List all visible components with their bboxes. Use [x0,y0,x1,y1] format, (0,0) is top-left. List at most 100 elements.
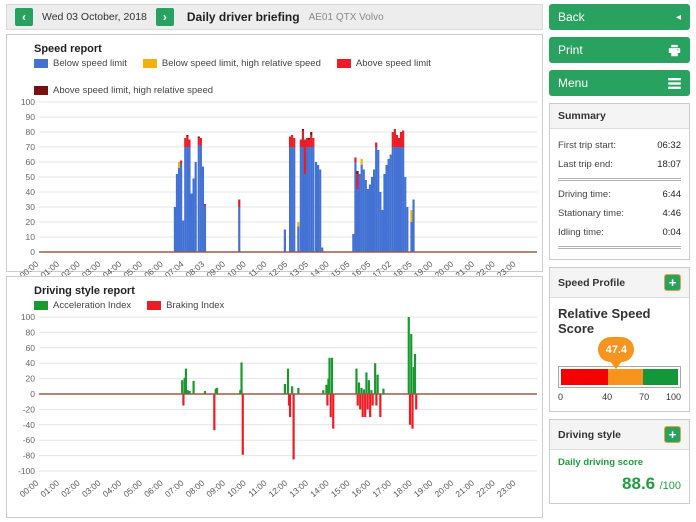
driving-style-report-card: Driving style report Acceleration IndexB… [6,276,543,518]
bar-segment-blue [394,147,396,252]
back-icon: ◂ [676,12,681,23]
expand-speed-profile-button[interactable]: + [664,274,681,291]
bar-segment-blue [188,147,190,252]
svg-text:23:00: 23:00 [495,478,518,500]
legend-swatch [34,59,48,68]
speed-profile-title: Speed Profile [558,277,625,289]
bar-segment-blue [373,170,375,253]
summary-durations: Driving time:6:44Stationary time:4:46Idl… [558,185,681,242]
print-button[interactable]: Print [549,37,690,63]
bar-segment-darkred [356,171,358,174]
relative-speed-score-title: Relative Speed Score [558,306,681,336]
bar-segment-yellow [297,222,299,227]
next-day-button[interactable]: › [156,8,174,26]
svg-text:00:00: 00:00 [18,478,41,500]
legend-label: Braking Index [166,300,224,311]
acceleration-bar [360,388,362,394]
bar-segment-blue [379,192,381,252]
summary-row-value: 06:32 [657,140,681,151]
svg-text:05:00: 05:00 [121,478,144,500]
svg-text:90: 90 [26,112,36,122]
bar-segment-blue [392,147,394,252]
gauge-bar [558,366,681,388]
driving-style-chart: -100-80-60-40-2002040608010000:0001:0002… [7,311,542,507]
braking-bar [362,394,364,417]
speed-profile-panel: Speed Profile + Relative Speed Score 47.… [549,267,690,412]
driving-style-report-title: Driving style report [7,277,542,300]
bar-segment-blue [300,147,302,252]
bar-segment-red [186,137,188,148]
bar-segment-darkred [308,138,310,140]
bar-segment-red [302,131,304,148]
vehicle-name: AE01 QTX Volvo [309,12,384,23]
legend-swatch [337,59,351,68]
summary-row: First trip start:06:32 [558,136,681,155]
bar-segment-red [289,137,291,148]
summary-row: Last trip end:18:07 [558,155,681,174]
driving-style-title: Driving style [558,429,621,441]
bar-segment-blue [312,147,314,252]
menu-button-label: Menu [558,76,588,90]
bar-segment-blue [371,177,373,252]
summary-row-value: 18:07 [657,159,681,170]
acceleration-bar [365,372,367,394]
svg-text:60: 60 [26,157,36,167]
bar-segment-blue [195,162,197,252]
legend-label: Below speed limit, high relative speed [162,58,321,69]
bar-segment-blue [410,222,412,252]
braking-bar [332,394,334,429]
bar-segment-blue [375,147,377,252]
svg-text:100: 100 [21,312,35,322]
bar-segment-blue [174,207,176,252]
bar-segment-red [184,138,186,147]
svg-text:04:00: 04:00 [101,478,124,500]
svg-text:01:00: 01:00 [38,478,61,500]
braking-bar [213,394,215,430]
relative-speed-score-gauge: 47.4 04070100 [558,366,681,403]
gauge-zone [561,369,608,385]
braking-bar [411,394,413,429]
svg-text:50: 50 [26,172,36,182]
chart-bars [181,317,417,459]
summary-row: Idling time:0:04 [558,223,681,242]
bar-segment-blue [383,174,385,252]
bar-segment-red [304,140,306,175]
expand-driving-style-button[interactable]: + [664,426,681,443]
bar-segment-red [293,138,295,147]
svg-text:-80: -80 [23,451,36,461]
summary-row-label: Idling time: [558,227,604,238]
legend-swatch [143,59,157,68]
bar-segment-red [310,135,312,147]
braking-bar [379,394,381,417]
svg-text:03:00: 03:00 [80,478,103,500]
gauge-tick-labels: 04070100 [558,391,681,403]
back-button[interactable]: Back ◂ [549,4,690,30]
bar-segment-red [308,140,310,148]
acceleration-bar [216,388,218,394]
bar-segment-red [354,158,356,163]
bar-segment-blue [198,146,200,253]
bar-segment-blue [356,189,358,252]
bar-segment-blue [186,147,188,252]
score-denominator: /100 [660,480,681,492]
gauge-tick-label: 40 [602,392,612,402]
svg-text:06:00: 06:00 [142,478,165,500]
legend-swatch [147,301,161,310]
svg-text:12:00: 12:00 [267,478,290,500]
bar-segment-blue [184,147,186,252]
acceleration-bar [410,334,412,394]
acceleration-bar [355,369,357,394]
bar-segment-red [356,174,358,189]
previous-day-button[interactable]: ‹ [15,8,33,26]
svg-text:15:00: 15:00 [329,478,352,500]
bar-segment-red [312,138,314,147]
svg-text:60: 60 [26,343,36,353]
svg-text:16:00: 16:00 [350,478,373,500]
bar-segment-blue [358,174,360,252]
legend-item: Below speed limit [34,58,127,69]
menu-button[interactable]: Menu [549,70,690,96]
svg-text:13:00: 13:00 [287,478,310,500]
bar-segment-blue [354,162,356,252]
bar-segment-blue [365,180,367,252]
bar-segment-red [398,138,400,147]
